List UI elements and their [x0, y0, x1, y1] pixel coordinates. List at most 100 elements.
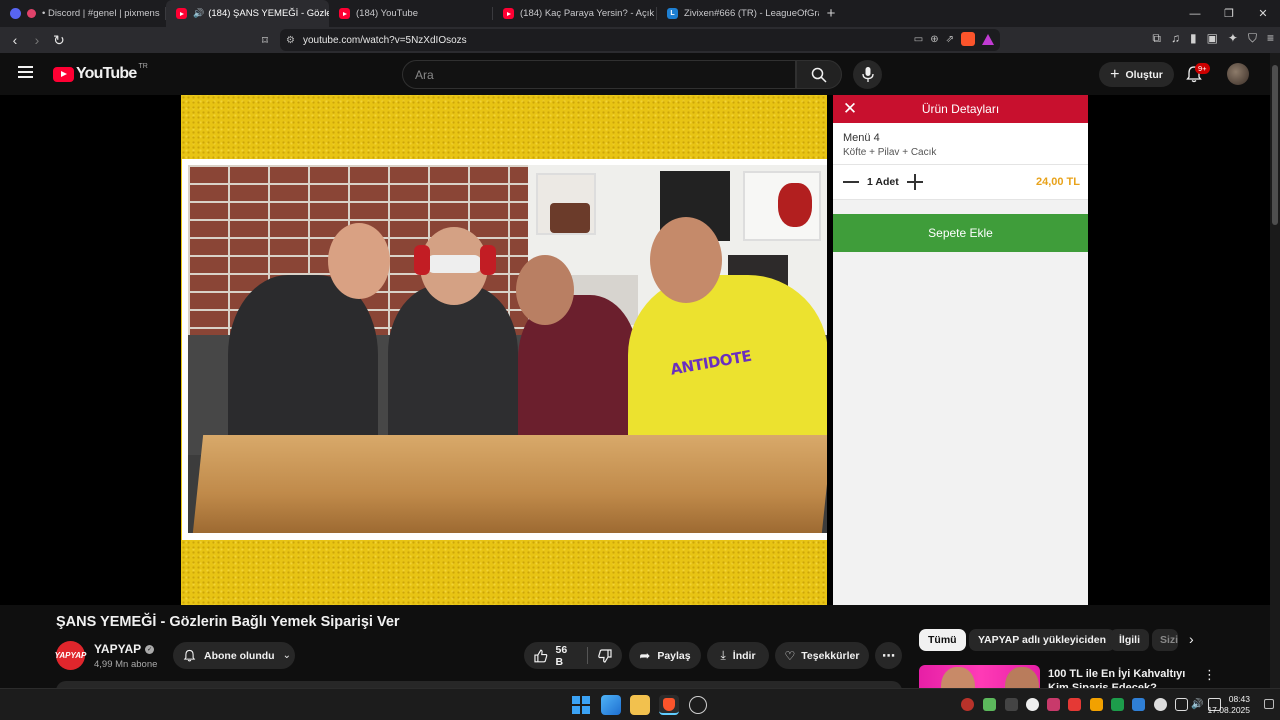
- product-info: Menü 4 Köfte + Pilav + Cacık: [833, 123, 1088, 165]
- nvidia-icon[interactable]: [983, 698, 996, 711]
- more-actions-button[interactable]: ⋯: [875, 642, 902, 669]
- discord-icon: [10, 8, 21, 19]
- new-tab-button[interactable]: +: [819, 0, 843, 27]
- clock-time: 08:43: [1228, 694, 1250, 704]
- start-button[interactable]: [571, 695, 591, 715]
- site-info-icon[interactable]: ⚙: [286, 35, 295, 46]
- subscribe-button[interactable]: Abone olundu ⌄: [173, 642, 295, 669]
- minus-icon[interactable]: [843, 181, 859, 183]
- headphone-right: [480, 245, 496, 275]
- video-player[interactable]: ANTIDOTE ✕ Ürün Detayları Menü 4 Köfte +…: [0, 95, 1270, 605]
- leo-ai-icon[interactable]: ✦: [1228, 31, 1238, 46]
- more-vertical-icon[interactable]: ⋮: [1203, 667, 1216, 683]
- chip-related[interactable]: İlgili: [1110, 629, 1149, 651]
- channel-name[interactable]: YAPYAP: [94, 642, 141, 656]
- photos-app-icon[interactable]: [601, 695, 621, 715]
- page-scrollbar[interactable]: [1270, 53, 1280, 688]
- tab-youtube-home[interactable]: (184) YouTube: [329, 0, 493, 27]
- tray-steam-icon[interactable]: [1005, 698, 1018, 711]
- hamburger-menu-icon[interactable]: [18, 66, 33, 78]
- heart-dollar-icon: ♡: [784, 648, 796, 663]
- channel-avatar[interactable]: YAPYAP: [55, 641, 86, 670]
- head-yellow-shirt: [650, 217, 722, 303]
- like-dislike-group: 56 B: [524, 642, 622, 669]
- restore-button[interactable]: ❐: [1212, 0, 1246, 27]
- sidebar-icon[interactable]: ▮: [1190, 31, 1197, 46]
- tray-shield-icon[interactable]: [1111, 698, 1124, 711]
- tray-folder-icon[interactable]: [1090, 698, 1103, 711]
- blindfold: [426, 255, 482, 273]
- tray-recording-icon[interactable]: [1068, 698, 1081, 711]
- reload-icon[interactable]: ↻: [48, 29, 70, 51]
- share-icon[interactable]: ⇗: [946, 34, 954, 45]
- tray-microphone-icon[interactable]: [1154, 698, 1167, 711]
- tray-app-icon[interactable]: [961, 698, 974, 711]
- brave-shields-icon[interactable]: [961, 32, 975, 46]
- head-left: [328, 223, 390, 299]
- channel-name-row[interactable]: YAPYAP ✓: [94, 642, 155, 656]
- file-explorer-icon[interactable]: [630, 695, 650, 715]
- windows-taskbar: 🔊 08:43 17.08.2025: [0, 688, 1280, 720]
- system-clock[interactable]: 08:43 17.08.2025: [1207, 694, 1250, 716]
- download-icon: ⤓: [720, 648, 726, 662]
- user-avatar[interactable]: [1227, 63, 1249, 85]
- chatgpt-app-icon[interactable]: [689, 696, 707, 714]
- close-window-button[interactable]: ✕: [1246, 0, 1280, 27]
- address-bar[interactable]: ⚙ youtube.com/watch?v=5NzXdIOsozs ▭ ⊕ ⇗: [280, 29, 1000, 51]
- tray-mic-app-icon[interactable]: [1047, 698, 1060, 711]
- brave-rewards-icon[interactable]: [982, 33, 994, 45]
- bookmark-icon[interactable]: ⌑: [254, 29, 276, 51]
- url-text: youtube.com/watch?v=5NzXdIOsozs: [302, 34, 467, 46]
- quantity-stepper: 1 Adet 24,00 TL: [833, 165, 1088, 200]
- dislike-button[interactable]: [588, 642, 622, 669]
- download-button[interactable]: ⤓ İndir: [707, 642, 769, 669]
- chip-from-uploader[interactable]: YAPYAP adlı yükleyiciden: [969, 629, 1116, 651]
- chevron-right-icon[interactable]: ›: [1189, 631, 1194, 647]
- search-button[interactable]: [796, 60, 842, 89]
- tray-sync-icon[interactable]: [1026, 698, 1039, 711]
- profile-icon: [27, 9, 36, 18]
- vpn-icon[interactable]: ⛉: [1248, 31, 1257, 46]
- back-icon[interactable]: ‹: [4, 29, 26, 51]
- tray-bluetooth-icon[interactable]: [1132, 698, 1145, 711]
- volume-icon[interactable]: 🔊: [1191, 698, 1204, 711]
- menu-icon[interactable]: ≡: [1267, 31, 1274, 46]
- browser-tab-strip: • Discord | #genel | pixmens 🔊 (184) ŞAN…: [0, 0, 1280, 27]
- chip-for-you[interactable]: Sizin i: [1152, 629, 1178, 651]
- screenshot-icon[interactable]: ⧉: [1152, 31, 1161, 46]
- verified-check-icon: ✓: [145, 644, 155, 654]
- thanks-button[interactable]: ♡ Teşekkürler: [775, 642, 869, 669]
- search-input[interactable]: Ara: [402, 60, 796, 89]
- close-icon[interactable]: ✕: [833, 99, 867, 119]
- voice-search-button[interactable]: [853, 60, 882, 89]
- plus-icon[interactable]: [906, 174, 923, 190]
- media-icon[interactable]: ♫: [1171, 31, 1180, 46]
- notifications-center-icon[interactable]: [1264, 699, 1274, 709]
- tab-active-video[interactable]: 🔊 (184) ŞANS YEMEĞİ - Gözleri ✕: [166, 0, 329, 27]
- tab-leagueofgraphs[interactable]: L Zivixen#666 (TR) - LeagueOfGraphs: [657, 0, 819, 27]
- create-button[interactable]: + Oluştur: [1099, 62, 1174, 87]
- brave-browser-icon[interactable]: [659, 695, 679, 715]
- share-button[interactable]: ➦ Paylaş: [629, 642, 701, 669]
- video-title: ŞANS YEMEĞİ - Gözlerin Bağlı Yemek Sipar…: [56, 614, 400, 630]
- add-to-cart-button[interactable]: Sepete Ekle: [833, 214, 1088, 252]
- youtube-logo[interactable]: YouTube TR: [53, 63, 148, 83]
- wallet-icon[interactable]: ▣: [1207, 31, 1218, 46]
- network-icon[interactable]: [1175, 698, 1188, 711]
- chip-all[interactable]: Tümü: [919, 629, 966, 651]
- devil-mask: [778, 183, 812, 227]
- tab-discord[interactable]: • Discord | #genel | pixmens: [0, 0, 166, 27]
- scrollbar-thumb[interactable]: [1272, 65, 1278, 225]
- zoom-icon[interactable]: ⊕: [930, 34, 938, 45]
- create-label: Oluştur: [1125, 68, 1163, 81]
- tab-auction-video[interactable]: (184) Kaç Paraya Yersin? - Açık Artırm: [493, 0, 657, 27]
- youtube-icon: [176, 8, 187, 19]
- video-frame: ANTIDOTE: [181, 95, 827, 605]
- forward-icon[interactable]: ›: [26, 29, 48, 51]
- minimize-button[interactable]: —: [1178, 0, 1212, 27]
- person-blindfolded: [388, 285, 518, 455]
- cast-icon[interactable]: ▭: [914, 34, 923, 45]
- thumbs-down-icon: [598, 648, 612, 663]
- recommendation-title[interactable]: 100 TL ile En İyi Kahvaltıyı Kim Siparis…: [1048, 667, 1196, 689]
- like-button[interactable]: 56 B: [524, 642, 587, 669]
